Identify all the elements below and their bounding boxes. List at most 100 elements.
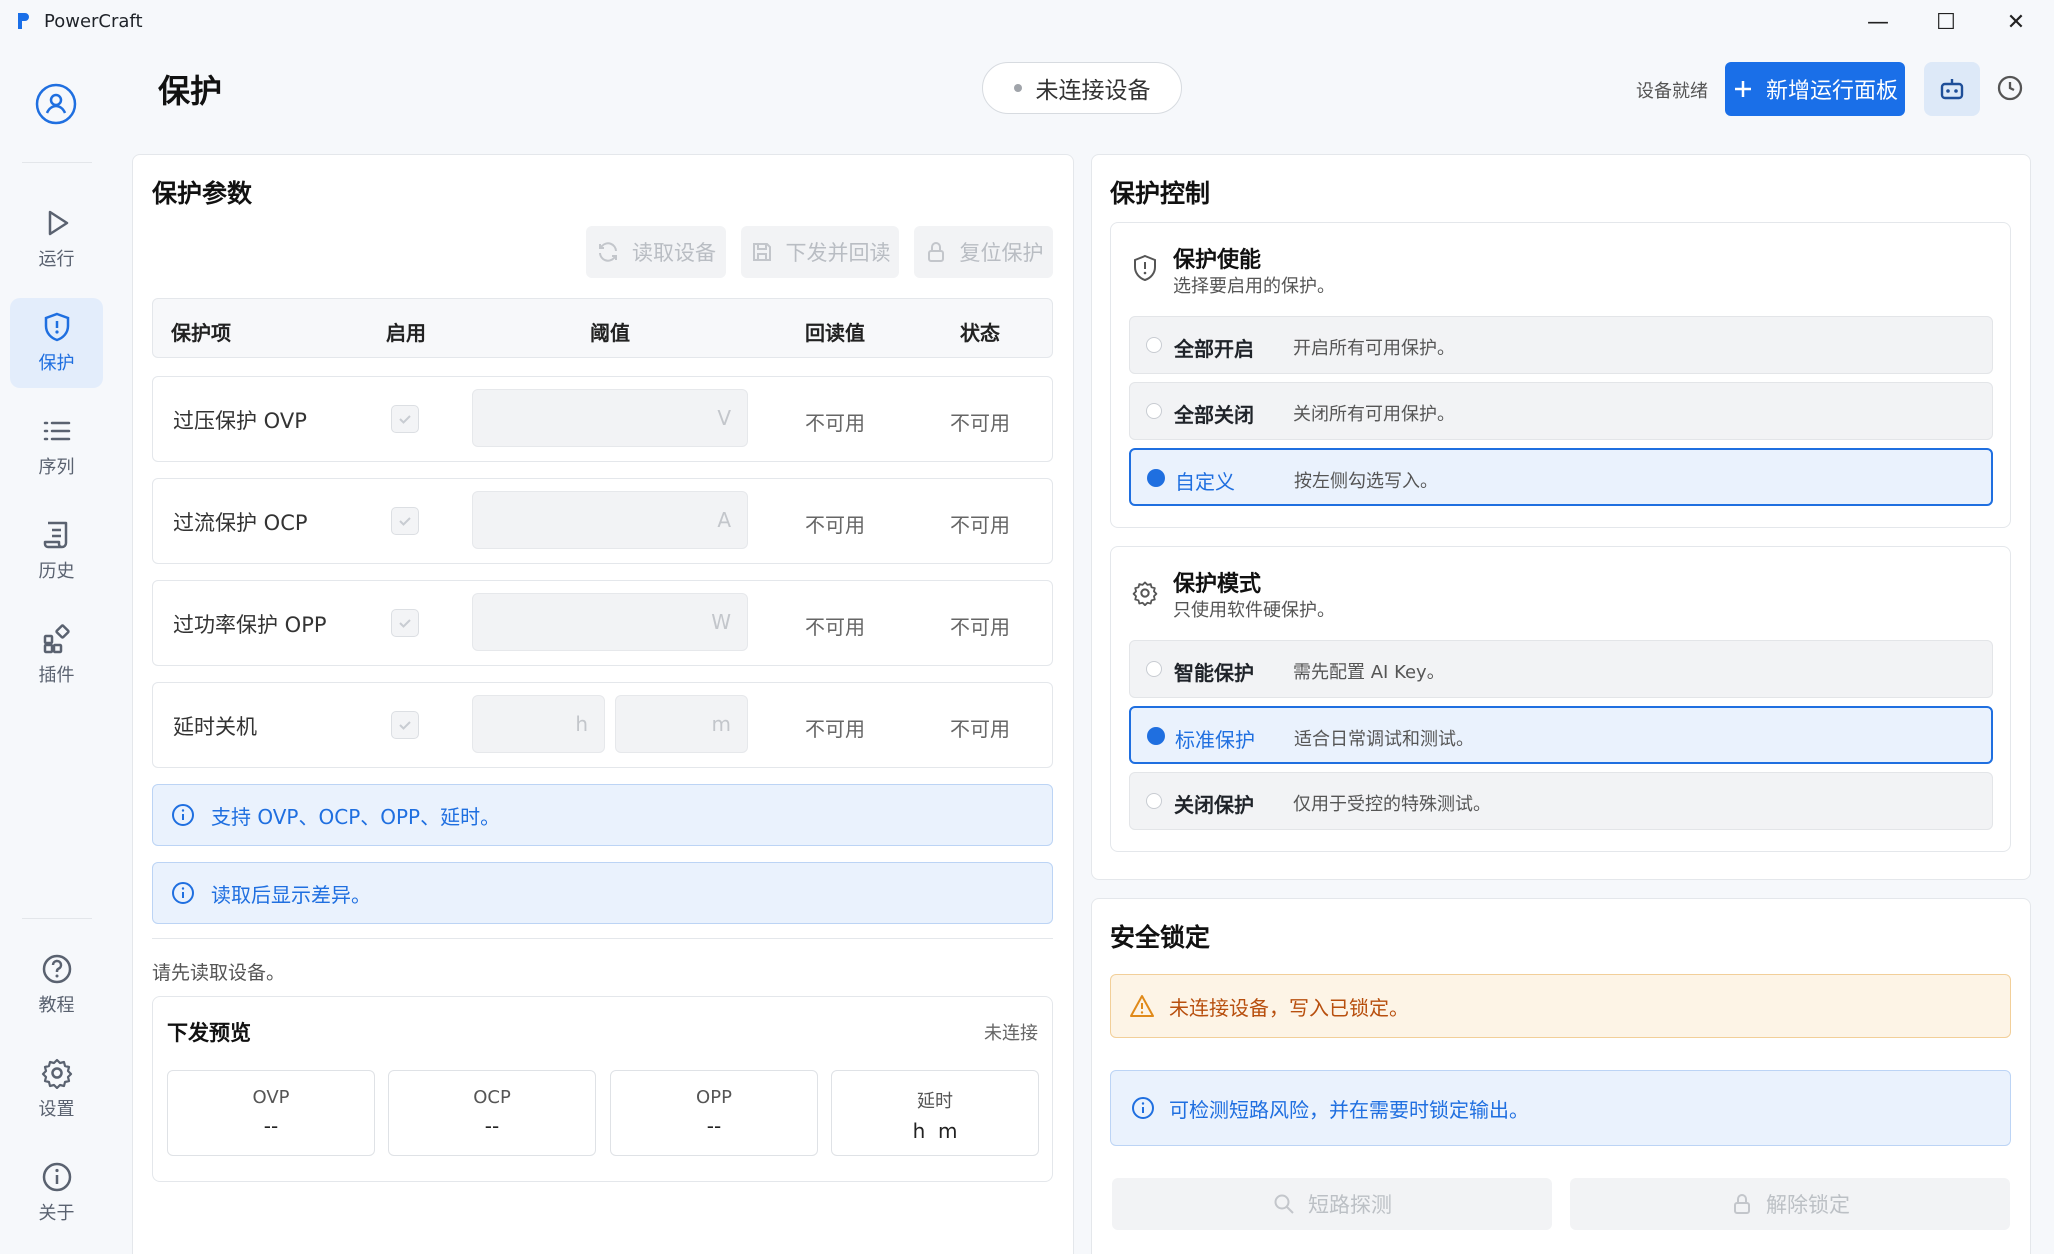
- threshold-input[interactable]: V: [472, 389, 748, 447]
- radio[interactable]: [1146, 661, 1162, 677]
- add-run-panel-button[interactable]: 新增运行面板: [1725, 62, 1905, 116]
- preview-cell-ocp: OCP --: [388, 1070, 596, 1156]
- radio-selected[interactable]: [1147, 469, 1165, 487]
- apply-readback-button[interactable]: 下发并回读: [741, 226, 899, 278]
- scroll-icon: [43, 521, 67, 549]
- lock-icon: [1734, 1194, 1750, 1214]
- status-dot: [1013, 84, 1022, 92]
- device-ready-label: 设备就绪: [1636, 81, 1708, 102]
- option-label: 智能保护: [1174, 661, 1254, 685]
- info-icon: [42, 1162, 71, 1192]
- enable-checkbox[interactable]: [391, 711, 419, 739]
- option-desc: 开启所有可用保护。: [1293, 338, 1455, 359]
- minimize-icon: —: [1867, 9, 1889, 35]
- supported-info-banner: 支持 OVP、OCP、OPP、延时。: [152, 784, 1053, 846]
- sidebar-item-settings[interactable]: 设置: [10, 1044, 103, 1134]
- option-disable-all[interactable]: 全部关闭 关闭所有可用保护。: [1129, 382, 1993, 440]
- info-icon: [172, 882, 194, 904]
- preview-status: 未连接: [984, 1023, 1038, 1044]
- protection-name: 过功率保护 OPP: [173, 613, 327, 637]
- diff-info-banner: 读取后显示差异。: [152, 862, 1053, 924]
- sidebar-divider: [22, 918, 92, 919]
- unlock-button[interactable]: 解除锁定: [1570, 1178, 2010, 1230]
- radio-selected[interactable]: [1147, 727, 1165, 745]
- sidebar-item-label: 教程: [38, 995, 75, 1016]
- supported-info-text: 支持 OVP、OCP、OPP、延时。: [211, 804, 501, 829]
- preview-cell-ovp: OVP --: [167, 1070, 375, 1156]
- sidebar-item-protect[interactable]: 保护: [10, 298, 103, 388]
- radio[interactable]: [1146, 403, 1162, 419]
- table-row: 过功率保护 OPP W 不可用 不可用: [152, 580, 1053, 666]
- check-icon: [399, 619, 411, 628]
- read-hint: 请先读取设备。: [152, 962, 286, 984]
- option-label: 标准保护: [1175, 728, 1255, 752]
- preview-label: OVP: [252, 1087, 290, 1108]
- info-icon: [172, 804, 194, 826]
- preview-value: --: [484, 1114, 500, 1138]
- enable-checkbox[interactable]: [391, 507, 419, 535]
- params-table-header: 保护项 启用 阈值 回读值 状态: [152, 298, 1053, 358]
- reset-protection-button[interactable]: 复位保护: [914, 226, 1053, 278]
- preview-cell-opp: OPP --: [610, 1070, 818, 1156]
- preview-label: OCP: [473, 1087, 511, 1108]
- close-window-button[interactable]: ✕: [1986, 4, 2046, 40]
- sidebar-item-sequence[interactable]: 序列: [10, 402, 103, 492]
- check-icon: [399, 517, 411, 526]
- maximize-button[interactable]: ☐: [1916, 4, 1976, 40]
- status-value: 不可用: [950, 615, 1010, 639]
- read-device-button[interactable]: 读取设备: [586, 226, 726, 278]
- minutes-input[interactable]: m: [615, 695, 748, 753]
- ai-assistant-button[interactable]: [1924, 62, 1980, 116]
- status-value: 不可用: [950, 717, 1010, 741]
- connection-status-text: 未连接设备: [1035, 78, 1151, 104]
- protection-name: 延时关机: [173, 715, 257, 739]
- table-row: 过压保护 OVP V 不可用 不可用: [152, 376, 1053, 462]
- enable-checkbox[interactable]: [391, 609, 419, 637]
- short-detect-button[interactable]: 短路探测: [1112, 1178, 1552, 1230]
- preview-title: 下发预览: [167, 1021, 251, 1045]
- app-logo-icon: [18, 13, 29, 29]
- sidebar-item-label: 运行: [38, 249, 75, 270]
- readback-value: 不可用: [805, 717, 865, 741]
- lock-icon: [927, 242, 944, 262]
- user-avatar-button[interactable]: [34, 82, 78, 126]
- history-clock-button[interactable]: [1992, 70, 2028, 106]
- sidebar-item-label: 插件: [38, 665, 75, 686]
- search-icon: [1274, 1194, 1294, 1214]
- short-detect-label: 短路探测: [1308, 1193, 1392, 1217]
- maximize-icon: ☐: [1936, 9, 1956, 35]
- enable-checkbox[interactable]: [391, 405, 419, 433]
- threshold-input[interactable]: W: [472, 593, 748, 651]
- sidebar-item-history[interactable]: 历史: [10, 506, 103, 596]
- warning-icon: [1130, 995, 1154, 1017]
- sidebar-item-run[interactable]: 运行: [10, 194, 103, 284]
- column-header: 回读值: [805, 321, 865, 345]
- sidebar-item-label: 历史: [38, 561, 75, 582]
- list-icon: [43, 421, 70, 441]
- sidebar-item-label: 关于: [38, 1203, 75, 1224]
- play-icon: [48, 210, 68, 236]
- option-standard-protect[interactable]: 标准保护 适合日常调试和测试。: [1129, 706, 1993, 764]
- plus-icon: [1734, 81, 1751, 97]
- radio[interactable]: [1146, 793, 1162, 809]
- clock-icon: [1997, 75, 2023, 101]
- option-protect-off[interactable]: 关闭保护 仅用于受控的特殊测试。: [1129, 772, 1993, 830]
- protection-control-title: 保护控制: [1110, 179, 1211, 208]
- option-enable-all[interactable]: 全部开启 开启所有可用保护。: [1129, 316, 1993, 374]
- sidebar-item-tutorial[interactable]: 教程: [10, 940, 103, 1030]
- radio[interactable]: [1146, 337, 1162, 353]
- mode-section-desc: 只使用软件硬保护。: [1173, 600, 1335, 621]
- app-title: PowerCraft: [44, 11, 143, 32]
- preview-label: 延时: [917, 1091, 953, 1112]
- minimize-button[interactable]: —: [1848, 4, 1908, 40]
- option-desc: 适合日常调试和测试。: [1294, 729, 1474, 750]
- column-header: 启用: [386, 321, 426, 345]
- option-smart-protect[interactable]: 智能保护 需先配置 AI Key。: [1129, 640, 1993, 698]
- sidebar-item-plugins[interactable]: 插件: [10, 610, 103, 700]
- option-custom[interactable]: 自定义 按左侧勾选写入。: [1129, 448, 1993, 506]
- threshold-input[interactable]: A: [472, 491, 748, 549]
- title-bar: [0, 0, 2054, 44]
- sidebar-item-about[interactable]: 关于: [10, 1148, 103, 1238]
- enable-section-title: 保护使能: [1173, 248, 1262, 273]
- hours-input[interactable]: h: [472, 695, 605, 753]
